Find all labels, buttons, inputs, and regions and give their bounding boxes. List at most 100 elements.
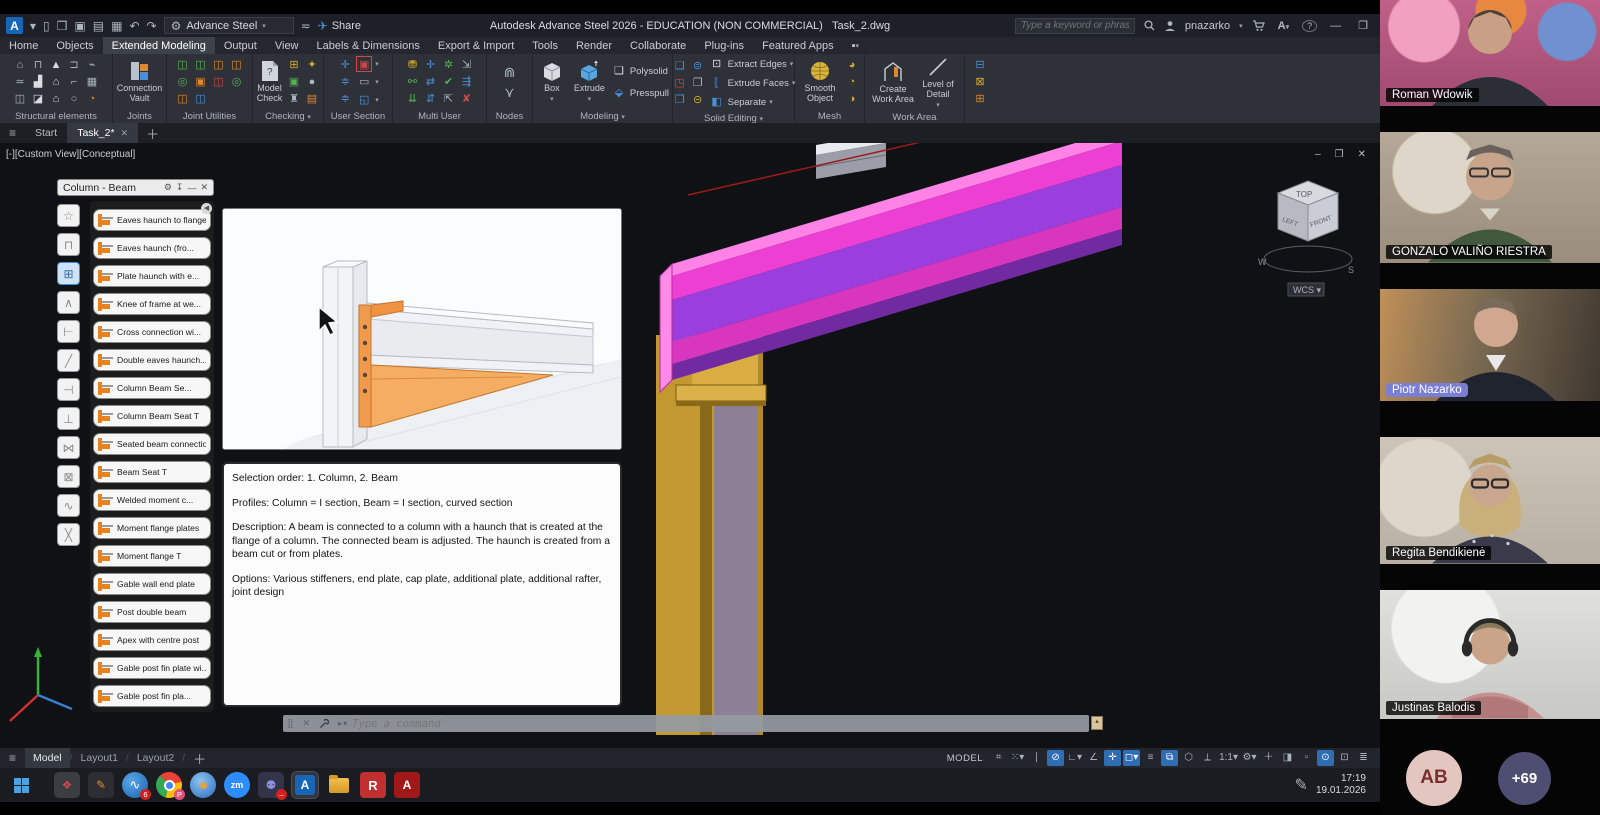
ring-icon[interactable]: ○ — [66, 91, 82, 107]
save-icon[interactable]: ▣ — [74, 20, 85, 32]
category-platform-icon[interactable]: ⊓ — [57, 233, 80, 256]
copy-joint-icon[interactable]: ◫ — [193, 57, 209, 73]
view-box-icon[interactable]: ⊠ — [972, 74, 988, 90]
extrude-faces-button[interactable]: ⟦Extrude Faces▾ — [709, 75, 796, 91]
category-splice-icon[interactable]: ⊢ — [57, 320, 80, 343]
category-column-beam-icon[interactable]: ⊞ — [57, 262, 80, 285]
open-file-icon[interactable]: ❒ — [57, 20, 68, 32]
taskbar-app-advance-steel[interactable]: A — [292, 772, 318, 798]
tab-export-import[interactable]: Export & Import — [429, 37, 523, 54]
selection-cycling-icon[interactable]: ⧉ — [1161, 750, 1178, 766]
section-slice-button[interactable]: ◱▾ — [356, 92, 379, 108]
save-as-icon[interactable]: ▤ — [93, 20, 104, 32]
taskbar-app-chrome[interactable]: P — [156, 772, 182, 798]
grating-icon[interactable]: ⌂ — [48, 91, 64, 107]
taskbar-app-zoom[interactable]: zm — [224, 772, 250, 798]
folded-plate-icon[interactable]: ⌂ — [48, 74, 64, 90]
palette-item[interactable]: Double eaves haunch... — [93, 349, 211, 371]
workspace-gear-icon[interactable]: ⚙▾ — [1241, 750, 1258, 766]
takeover-icon[interactable]: ⛃ — [405, 57, 421, 73]
refresh-icon[interactable]: ⇵ — [423, 91, 439, 107]
report-icon[interactable]: ▤ — [304, 91, 320, 107]
palette-item[interactable]: Cross connection wi... — [93, 321, 211, 343]
panel-label[interactable]: Checking ▾ — [253, 110, 323, 123]
video-tile-regita[interactable]: Regita Bendikienė — [1380, 437, 1600, 564]
subtract-icon[interactable]: ◳ — [672, 75, 688, 91]
command-close-icon[interactable]: ✕ — [299, 718, 316, 729]
ucs-box-icon[interactable]: ⊟ — [972, 57, 988, 73]
tab-featured-apps[interactable]: Featured Apps — [753, 37, 843, 54]
upload-icon[interactable]: ⇄ — [423, 74, 439, 90]
element-release-icon[interactable]: ✘ — [459, 91, 475, 107]
view-cube[interactable]: TOP LEFT FRONT W S — [1258, 181, 1354, 275]
tab-close-icon[interactable]: ✕ — [121, 128, 129, 139]
new-tab-button[interactable]: ＋ — [138, 124, 167, 143]
section-polygon-button[interactable]: ▭▾ — [356, 74, 379, 90]
new-layout-button[interactable]: ＋ — [185, 749, 214, 768]
element-lock-icon[interactable]: ⇲ — [459, 57, 475, 73]
section-box-button[interactable]: ▣▾ — [356, 56, 379, 72]
qat-customize-icon[interactable]: ≂ — [301, 20, 311, 32]
palette-item[interactable]: Eaves haunch to flange — [93, 209, 211, 231]
palette-item[interactable]: Seated beam connection — [93, 433, 211, 455]
new-file-icon[interactable]: ▯ — [43, 20, 50, 32]
share-button[interactable]: ✈ Share — [318, 20, 361, 32]
category-special-icon[interactable]: ∿ — [57, 494, 80, 517]
polybeam-icon[interactable]: ≃ — [12, 74, 28, 90]
restore-button[interactable]: ❐ — [1354, 19, 1372, 32]
cart-icon[interactable] — [1252, 20, 1265, 32]
level-of-detail-button[interactable]: Level of Detail▾ — [918, 56, 958, 109]
command-input[interactable] — [352, 718, 1089, 730]
reserve-icon[interactable]: ⇱ — [441, 91, 457, 107]
palette-item[interactable]: Beam Seat T — [93, 461, 211, 483]
app-menu-chevron-icon[interactable]: ▾ — [30, 20, 36, 32]
grid-toggle-icon[interactable]: ⌗ — [990, 750, 1007, 766]
taskbar-app-r[interactable]: R — [360, 772, 386, 798]
spiral-icon[interactable]: ◔ — [84, 91, 100, 107]
layout-menu-icon[interactable]: ≡ — [0, 751, 25, 765]
category-gusset-icon[interactable]: ⋈ — [57, 436, 80, 459]
tab-labels-dimensions[interactable]: Labels & Dimensions — [308, 37, 429, 54]
command-line[interactable]: ⣿ ✕ ▸▾ ▴ — [283, 715, 1089, 732]
tab-collaborate[interactable]: Collaborate — [621, 37, 695, 54]
slice-icon[interactable]: ⊜ — [690, 58, 706, 74]
element-sync-icon[interactable]: ⇶ — [459, 74, 475, 90]
3d-osnap-icon[interactable]: ⬡ — [1180, 750, 1197, 766]
tab-plug-ins[interactable]: Plug-ins — [695, 37, 753, 54]
weight-icon[interactable]: ✦ — [304, 57, 320, 73]
clash-check-icon[interactable]: ⊞ — [286, 57, 302, 73]
tab-objects[interactable]: Objects — [47, 37, 102, 54]
object-snap-icon[interactable]: ◻▾ — [1123, 750, 1140, 766]
category-plate-icon[interactable]: ⊠ — [57, 465, 80, 488]
annotation-scale-label[interactable]: 1:1▾ — [1218, 750, 1239, 766]
palette-item[interactable]: Moment flange plates — [93, 517, 211, 539]
palette-minimize-icon[interactable]: — — [187, 183, 196, 193]
purlin-icon[interactable]: ⊐ — [66, 57, 82, 73]
lock-ui-icon[interactable]: ▫ — [1298, 750, 1315, 766]
palette-item[interactable]: Post double beam — [93, 601, 211, 623]
video-tile-piotr[interactable]: Piotr Nazarko — [1380, 289, 1600, 401]
delete-joint-icon[interactable]: ◫ — [211, 74, 227, 90]
section-update-icon[interactable]: ≑ — [337, 91, 353, 107]
search-input[interactable] — [1015, 18, 1135, 34]
approve-icon[interactable]: ▣ — [286, 74, 302, 90]
node-frame-icon[interactable]: ⋒ — [502, 64, 518, 80]
tab-view[interactable]: View — [266, 37, 308, 54]
palette-item[interactable]: Column Beam Seat T — [93, 405, 211, 427]
interfere-icon[interactable]: ❐ — [690, 75, 706, 91]
status-menu-icon[interactable]: ≣ — [1355, 750, 1372, 766]
autodesk-app-icon[interactable]: A▾ — [1274, 20, 1293, 32]
tab-task2[interactable]: Task_2* ✕ — [67, 123, 138, 143]
tab-start[interactable]: Start — [25, 123, 67, 143]
union-icon[interactable]: ❏ — [672, 58, 688, 74]
joint-beam-icon[interactable]: ◫ — [193, 91, 209, 107]
palette-item[interactable]: Plate haunch with e... — [93, 265, 211, 287]
center-of-gravity-icon[interactable]: ♜ — [286, 91, 302, 107]
mesh-split-icon[interactable]: ◑ — [844, 91, 860, 107]
palette-item[interactable]: Knee of frame at we... — [93, 293, 211, 315]
redo-icon[interactable]: ↷ — [147, 20, 157, 32]
bracing-icon[interactable]: ◪ — [30, 91, 46, 107]
participant-avatar[interactable]: AB — [1406, 750, 1462, 806]
panel-label[interactable]: Modeling ▾ — [533, 110, 672, 123]
signed-in-user[interactable]: pnazarko — [1185, 20, 1230, 32]
